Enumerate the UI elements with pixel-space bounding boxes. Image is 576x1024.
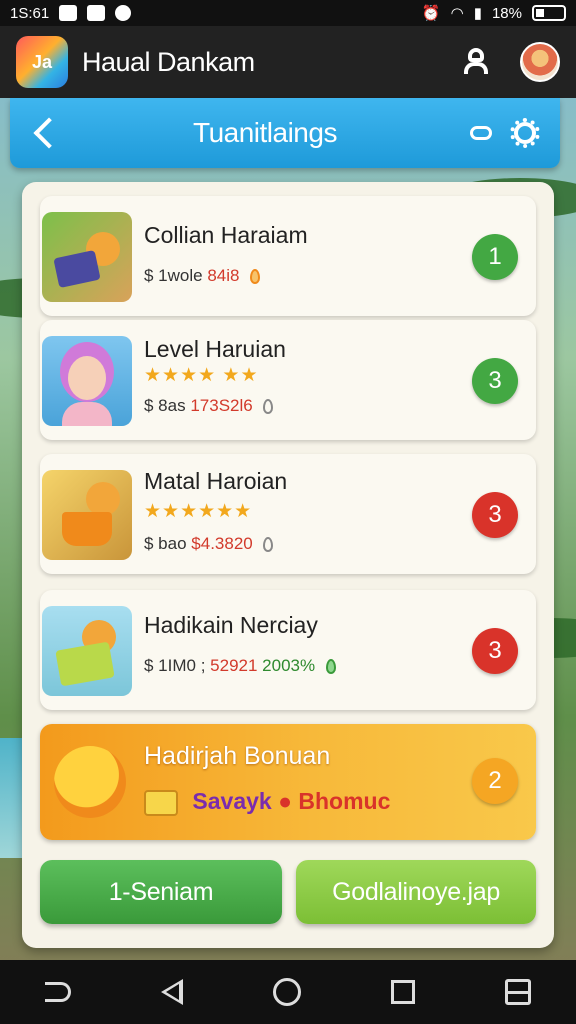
primary-right-button[interactable]: Godlalinoye.jap [296, 860, 536, 924]
app-logo: Ja [16, 36, 68, 88]
mission-title: Collian Haraiam [144, 222, 308, 248]
mission-meta: $ 1IM0 ; 52921 2003% [144, 656, 336, 676]
mission-thumbnail [42, 336, 132, 426]
split-screen-icon[interactable] [505, 979, 531, 1005]
mission-card[interactable]: Collian Haraiam $ 1wole 84i8 1 [40, 196, 536, 316]
count-badge: 2 [472, 758, 518, 804]
profile-icon[interactable] [462, 48, 490, 76]
bonus-card[interactable]: Hadirjah Bonuan Savayk ● Bhomuc 2 [40, 724, 536, 840]
image-notification-icon [59, 5, 78, 21]
missions-panel: Collian Haraiam $ 1wole 84i8 1 Level Har… [22, 182, 554, 948]
count-badge: 3 [472, 358, 518, 404]
mission-title: Level Haruian [144, 336, 286, 362]
avatar[interactable] [520, 42, 560, 82]
undo-icon[interactable] [45, 982, 71, 1002]
wifi-icon: ◠ [450, 5, 464, 22]
battery-icon [532, 5, 566, 21]
mission-thumbnail [42, 212, 132, 302]
bonus-title: Hadirjah Bonuan [144, 742, 331, 770]
mission-thumbnail [42, 606, 132, 696]
count-badge: 1 [472, 234, 518, 280]
page-title: Tuanitlaings [193, 117, 337, 148]
system-nav-bar [0, 960, 576, 1024]
mission-meta: $ 8as 173S2l6 [144, 396, 274, 416]
gear-icon[interactable] [510, 118, 540, 148]
mission-card[interactable]: Hadikain Nerciay $ 1IM0 ; 52921 2003% 3 [40, 590, 536, 710]
star-rating: ★★★★ ★★ [144, 365, 259, 386]
mission-meta: $ 1wole 84i8 [144, 266, 261, 286]
mission-title: Hadikain Nerciay [144, 612, 318, 638]
app-notification-icon [115, 5, 132, 21]
home-icon[interactable] [273, 978, 301, 1006]
gem-icon [325, 659, 336, 675]
signal-icon: ▮ [473, 5, 482, 22]
status-time: 1S:61 [10, 4, 50, 22]
mail-notification-icon [87, 5, 106, 21]
recents-icon[interactable] [391, 980, 415, 1004]
gem-icon [263, 537, 274, 553]
status-bar: 1S:61 ⏰ ◠ ▮ 18% [0, 0, 576, 26]
app-title: Haual Dankam [82, 46, 255, 77]
key-icon[interactable] [470, 126, 492, 140]
mascot-icon [54, 746, 126, 818]
app-logo-text: Ja [31, 51, 53, 72]
mission-thumbnail [42, 470, 132, 560]
mission-title: Matal Haroian [144, 468, 288, 494]
mission-card[interactable]: Level Haruian ★★★★ ★★ $ 8as 173S2l6 3 [40, 320, 536, 440]
count-badge: 3 [472, 492, 518, 538]
app-bar: Ja Haual Dankam [0, 26, 576, 98]
star-rating: ★★★★★★ [144, 501, 253, 522]
gem-icon [263, 399, 274, 415]
battery-percent: 18% [491, 4, 522, 22]
count-badge: 3 [472, 628, 518, 674]
back-triangle-icon[interactable] [161, 979, 183, 1005]
primary-left-button[interactable]: 1-Seniam [40, 860, 282, 924]
gem-icon [250, 269, 261, 285]
bonus-subtitle: Savayk ● Bhomuc [144, 788, 390, 816]
mission-card[interactable]: Matal Haroian ★★★★★★ $ bao $4.3820 3 [40, 454, 536, 574]
page-header: Tuanitlaings [10, 98, 560, 168]
mission-meta: $ bao $4.3820 [144, 534, 274, 554]
mascot-small-icon: ● [278, 788, 292, 814]
chest-icon [144, 789, 178, 816]
alarm-icon: ⏰ [421, 5, 441, 22]
